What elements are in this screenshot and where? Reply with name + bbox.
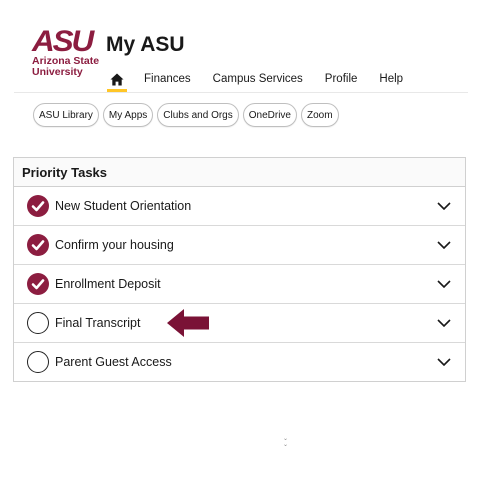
nav-item-profile[interactable]: Profile bbox=[325, 73, 358, 85]
empty-circle-icon bbox=[27, 312, 49, 334]
chevron-down-icon[interactable] bbox=[437, 241, 451, 249]
page-title: My ASU bbox=[106, 33, 185, 56]
empty-circle-icon bbox=[27, 351, 49, 373]
task-enrollment-deposit[interactable]: Enrollment Deposit bbox=[14, 265, 465, 304]
chevron-down-icon[interactable] bbox=[437, 280, 451, 288]
quick-link-asu-library[interactable]: ASU Library bbox=[33, 103, 99, 127]
chevron-down-icon[interactable] bbox=[437, 358, 451, 366]
chevron-down-icon[interactable] bbox=[437, 202, 451, 210]
quick-link-my-apps[interactable]: My Apps bbox=[102, 103, 154, 127]
task-label: Confirm your housing bbox=[55, 238, 174, 252]
check-circle-icon bbox=[27, 273, 49, 295]
panel-title: Priority Tasks bbox=[14, 158, 465, 187]
asu-logo[interactable]: ASU Arizona State University bbox=[32, 25, 99, 78]
check-circle-icon bbox=[27, 234, 49, 256]
header-divider bbox=[14, 92, 468, 93]
chevron-down-icon[interactable] bbox=[437, 319, 451, 327]
nav-item-campus-services[interactable]: Campus Services bbox=[213, 73, 303, 85]
nav-item-finances[interactable]: Finances bbox=[144, 73, 191, 85]
quick-links: ASU Library My Apps Clubs and Orgs OneDr… bbox=[33, 103, 343, 127]
quick-link-zoom[interactable]: Zoom bbox=[301, 103, 339, 127]
task-label: Enrollment Deposit bbox=[55, 277, 161, 291]
main-nav: Finances Campus Services Profile Help bbox=[106, 66, 403, 93]
quick-link-onedrive[interactable]: OneDrive bbox=[242, 103, 297, 127]
task-final-transcript[interactable]: Final Transcript bbox=[14, 304, 465, 343]
task-confirm-housing[interactable]: Confirm your housing bbox=[14, 226, 465, 265]
arrow-left-icon bbox=[167, 309, 209, 337]
nav-home[interactable] bbox=[106, 66, 128, 93]
task-new-student-orientation[interactable]: New Student Orientation bbox=[14, 187, 465, 226]
priority-tasks-panel: Priority Tasks New Student Orientation C… bbox=[13, 157, 466, 382]
quick-link-clubs-and-orgs[interactable]: Clubs and Orgs bbox=[157, 103, 239, 127]
task-label: Final Transcript bbox=[55, 316, 141, 330]
task-parent-guest-access[interactable]: Parent Guest Access bbox=[14, 343, 465, 381]
nav-item-help[interactable]: Help bbox=[379, 73, 403, 85]
logo-line-2: University bbox=[32, 66, 83, 78]
task-label: Parent Guest Access bbox=[55, 355, 172, 369]
home-icon bbox=[110, 73, 124, 85]
logo-mark: ASU bbox=[32, 25, 94, 58]
check-circle-icon bbox=[27, 195, 49, 217]
loading-indicator: ⌄ ⌄ bbox=[283, 436, 289, 448]
task-label: New Student Orientation bbox=[55, 199, 192, 213]
